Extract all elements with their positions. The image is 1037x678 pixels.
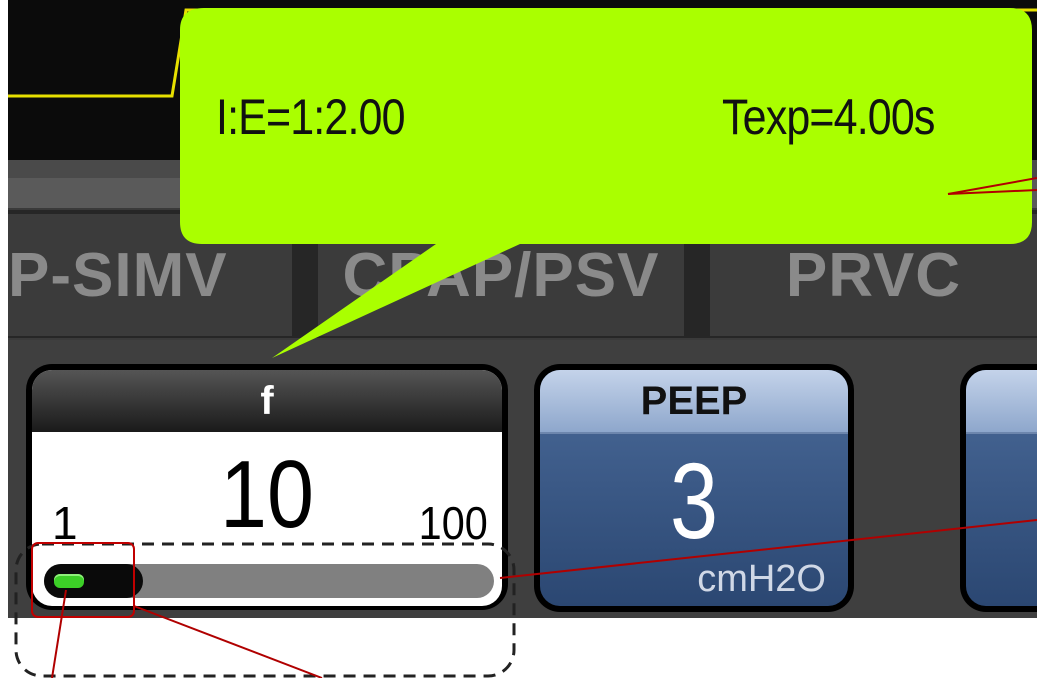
next-parameter-card[interactable] bbox=[966, 370, 1037, 606]
peep-value: 3 bbox=[669, 440, 719, 561]
tab-cpap-psv[interactable]: CPAP/PSV bbox=[318, 214, 684, 336]
ie-ratio-text: I:E=1:2.00 bbox=[216, 89, 406, 145]
f-min-label: 1 bbox=[52, 497, 78, 549]
peep-label: PEEP bbox=[540, 370, 848, 434]
tab-label: P-SIMV bbox=[8, 240, 228, 310]
tab-label: PRVC bbox=[785, 240, 962, 310]
tab-label: CPAP/PSV bbox=[342, 240, 660, 310]
f-max-label: 100 bbox=[418, 497, 488, 549]
f-label: f bbox=[32, 370, 502, 432]
next-parameter-header bbox=[966, 370, 1037, 434]
f-value: 10 bbox=[220, 441, 314, 548]
f-parameter-card[interactable]: f 10 1 100 bbox=[32, 370, 502, 606]
tab-p-simv[interactable]: P-SIMV bbox=[8, 214, 292, 336]
texp-text: Texp=4.00s bbox=[722, 89, 935, 145]
tab-prvc[interactable]: PRVC bbox=[710, 214, 1037, 336]
peep-parameter-card[interactable]: PEEP 3 cmH2O bbox=[540, 370, 848, 606]
peep-unit: cmH2O bbox=[697, 558, 826, 600]
separator-band-lower bbox=[8, 178, 1037, 208]
f-slider-thumb[interactable] bbox=[54, 574, 84, 588]
